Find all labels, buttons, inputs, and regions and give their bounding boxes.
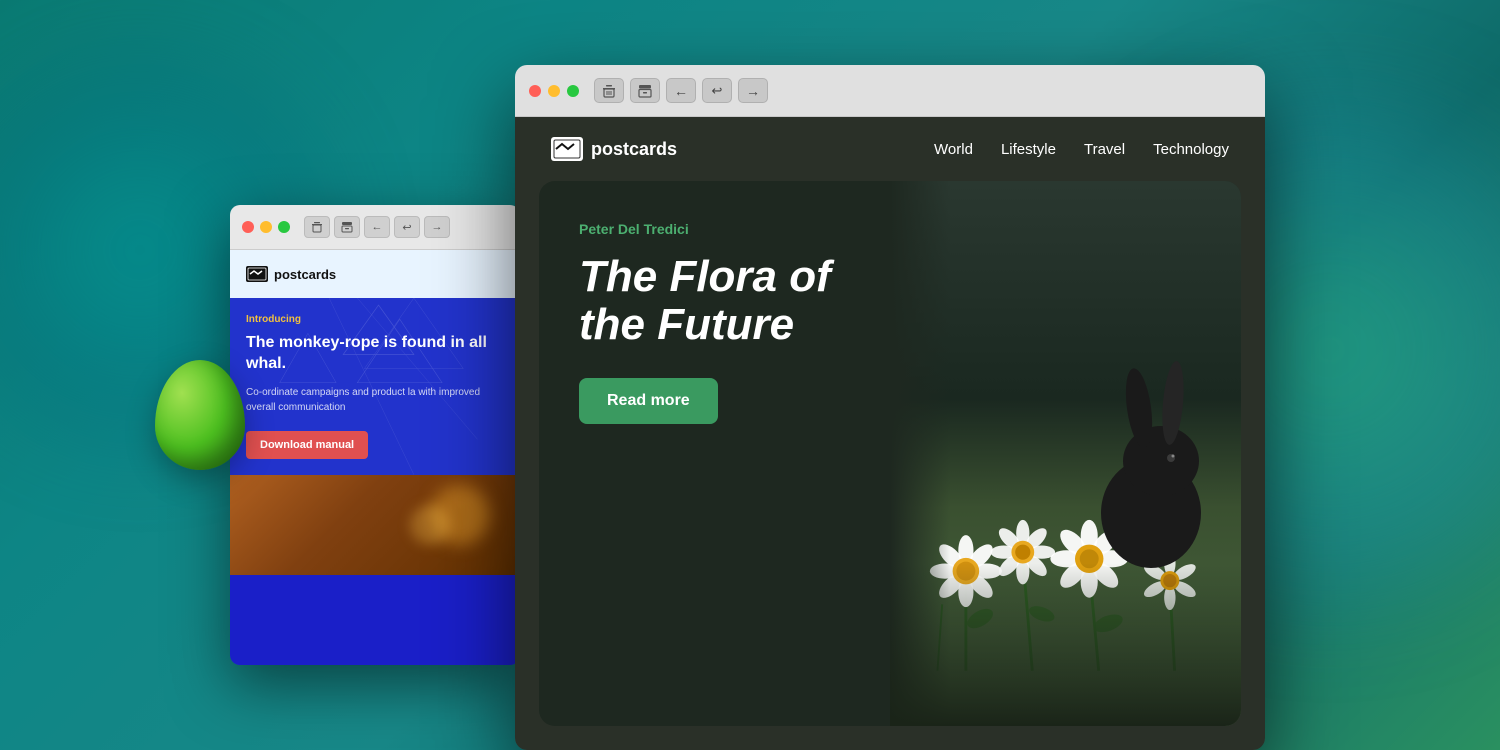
bokeh2 [410,505,450,545]
delete-btn-front[interactable] [594,78,624,103]
front-window: ← ↩ → postcards World Lifestyle Travel T… [515,65,1265,750]
nav-link-lifestyle[interactable]: Lifestyle [1001,141,1056,158]
read-more-btn[interactable]: Read more [579,378,718,424]
back-btn-front[interactable]: ← [666,78,696,103]
hero-title: The Flora of the Future [579,253,885,350]
back-btn-back[interactable]: ← [364,216,390,238]
front-window-toolbar: ← ↩ → [594,78,768,103]
front-tl-yellow[interactable] [548,85,560,97]
front-tl-red[interactable] [529,85,541,97]
archive-btn-front[interactable] [630,78,660,103]
postcards-logo-small: postcards [246,266,336,282]
front-window-content: postcards World Lifestyle Travel Technol… [515,117,1265,750]
hero-title-line1: The Flora of [579,252,831,301]
email-header-white: postcards [230,250,520,298]
delete-btn-back[interactable] [304,216,330,238]
back-window: ← ↩ → postcards [230,205,520,665]
hero-author: Peter Del Tredici [579,221,885,237]
rabbit-svg [1071,353,1231,573]
front-tl-green[interactable] [567,85,579,97]
hero-container: Peter Del Tredici The Flora of the Futur… [539,181,1241,726]
forward-btn-front[interactable]: → [738,78,768,103]
postcards-logo-text-small: postcards [274,267,336,282]
nav-link-travel[interactable]: Travel [1084,141,1125,158]
archive-btn-back[interactable] [334,216,360,238]
bottom-gradient [890,563,1241,727]
back-window-titlebar: ← ↩ → [230,205,520,250]
email-body-blue: Introducing The monkey-rope is found in … [230,298,520,475]
hero-image [890,181,1241,726]
geo-pattern [230,298,520,475]
traffic-light-yellow[interactable] [260,221,272,233]
forward-btn-back[interactable]: → [424,216,450,238]
nav-links: World Lifestyle Travel Technology [934,141,1229,158]
back-window-toolbar: ← ↩ → [304,216,450,238]
back-window-content: postcards Introducing The monkey-rope is… [230,250,520,665]
rabbit-scene [890,181,1241,726]
email-nav: postcards World Lifestyle Travel Technol… [515,117,1265,181]
email-bottom-image [230,475,520,575]
nav-link-technology[interactable]: Technology [1153,141,1229,158]
traffic-light-red[interactable] [242,221,254,233]
postcards-logo-text-large: postcards [591,139,677,160]
traffic-light-green[interactable] [278,221,290,233]
back-all-btn-front[interactable]: ↩ [702,78,732,103]
back-all-btn-back[interactable]: ↩ [394,216,420,238]
front-window-titlebar: ← ↩ → [515,65,1265,117]
hero-title-line2: the Future [579,300,794,349]
postcards-logo-large: postcards [551,137,677,161]
nav-link-world[interactable]: World [934,141,973,158]
hero-content: Peter Del Tredici The Flora of the Futur… [539,181,925,726]
